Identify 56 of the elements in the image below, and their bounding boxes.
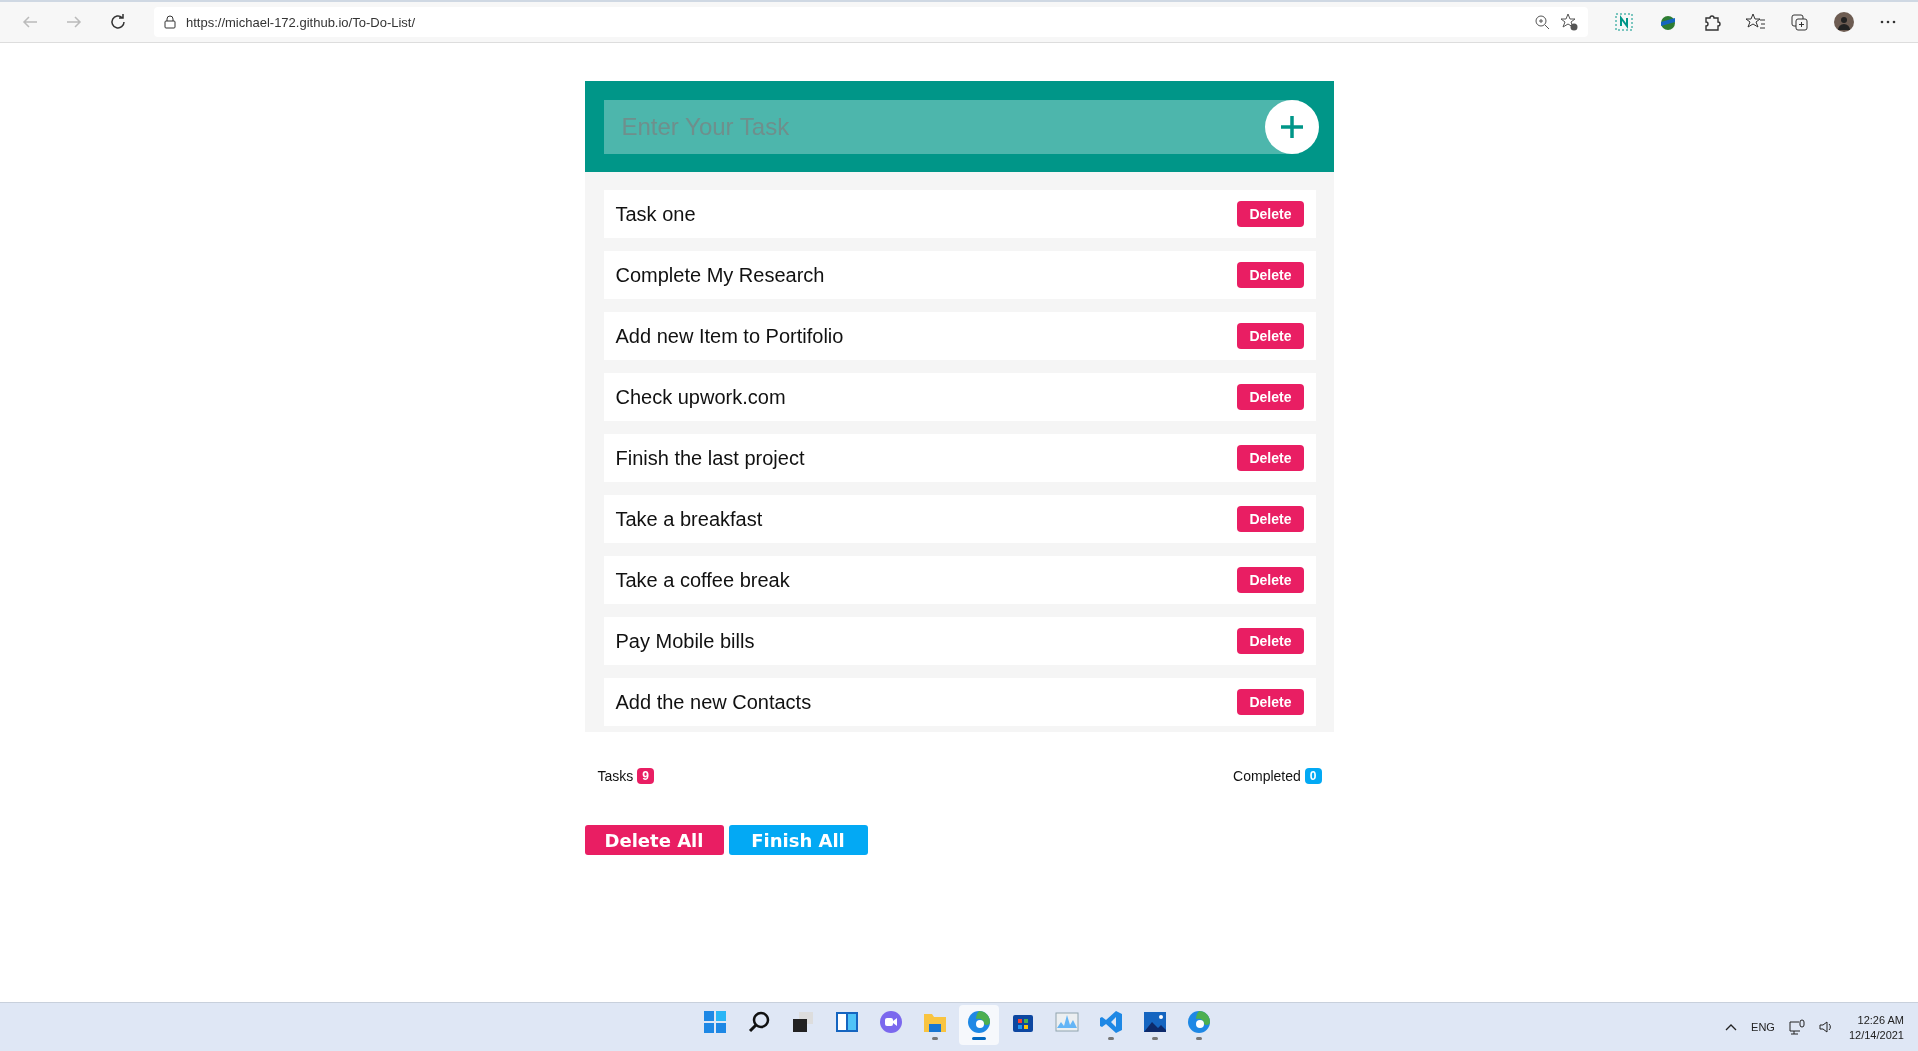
task-text: Take a coffee break bbox=[615, 568, 790, 592]
count-label: Completed bbox=[1233, 768, 1301, 784]
favorite-add-icon[interactable] bbox=[1560, 13, 1578, 31]
delete-button[interactable]: Delete bbox=[1237, 506, 1304, 532]
clock-time: 12:26 AM bbox=[1857, 1013, 1904, 1026]
delete-button[interactable]: Delete bbox=[1237, 567, 1304, 593]
browser-icon bbox=[967, 1010, 991, 1034]
browser-icon bbox=[1187, 1010, 1211, 1034]
task-text: Add new Item to Portifolio bbox=[615, 324, 844, 348]
network-icon[interactable] bbox=[1788, 1019, 1805, 1035]
avatar-icon[interactable] bbox=[1834, 12, 1854, 32]
running-indicator bbox=[932, 1037, 938, 1040]
delete-button[interactable]: Delete bbox=[1237, 445, 1304, 471]
delete-button[interactable]: Delete bbox=[1237, 689, 1304, 715]
task-text: Finish the last project bbox=[615, 446, 805, 470]
language-indicator[interactable]: ENG bbox=[1751, 1021, 1775, 1033]
count-badge: 0 bbox=[1304, 768, 1322, 784]
favorites-icon[interactable] bbox=[1746, 12, 1766, 32]
lock-icon bbox=[164, 15, 176, 29]
widgets-icon bbox=[835, 1010, 859, 1034]
running-indicator bbox=[1196, 1037, 1202, 1040]
photos-icon bbox=[1143, 1010, 1167, 1034]
task-text: Task one bbox=[615, 202, 696, 226]
task-text: Check upwork.com bbox=[615, 385, 786, 409]
finish-all-button[interactable]: Finish All bbox=[728, 825, 868, 855]
puzzle-icon[interactable] bbox=[1702, 12, 1722, 32]
chevron-up-icon[interactable] bbox=[1725, 1023, 1738, 1031]
delete-button[interactable]: Delete bbox=[1237, 384, 1304, 410]
task-text: Complete My Research bbox=[615, 263, 825, 287]
delete-button[interactable]: Delete bbox=[1237, 323, 1304, 349]
task-text: Take a breakfast bbox=[615, 507, 763, 531]
search-icon bbox=[747, 1010, 771, 1034]
running-indicator bbox=[972, 1037, 986, 1040]
delete-button[interactable]: Delete bbox=[1237, 201, 1304, 227]
code-editor-icon bbox=[1099, 1010, 1123, 1034]
delete-all-button[interactable]: Delete All bbox=[584, 825, 724, 855]
count-badge: 9 bbox=[637, 768, 654, 784]
start-icon bbox=[703, 1010, 727, 1034]
running-indicator bbox=[1152, 1037, 1158, 1040]
task-view-icon bbox=[791, 1010, 815, 1034]
task-text: Pay Mobile bills bbox=[615, 629, 755, 653]
delete-button[interactable]: Delete bbox=[1237, 628, 1304, 654]
running-indicator bbox=[1108, 1037, 1114, 1040]
clock-date: 12/14/2021 bbox=[1848, 1028, 1904, 1041]
extension-n-icon[interactable] bbox=[1614, 12, 1634, 32]
zoom-icon[interactable] bbox=[1534, 14, 1550, 30]
delete-button[interactable]: Delete bbox=[1237, 262, 1304, 288]
count-label: Tasks bbox=[597, 768, 634, 784]
chat-icon bbox=[879, 1010, 903, 1034]
address-bar[interactable]: https://michael-172.github.io/To-Do-List/ bbox=[154, 7, 1588, 37]
plus-icon bbox=[1280, 115, 1303, 138]
collections-icon[interactable] bbox=[1790, 12, 1810, 32]
chart-icon bbox=[1055, 1010, 1079, 1034]
url-text: https://michael-172.github.io/To-Do-List/ bbox=[186, 14, 417, 30]
task-text: Add the new Contacts bbox=[615, 690, 812, 714]
refresh-icon[interactable] bbox=[108, 12, 128, 32]
